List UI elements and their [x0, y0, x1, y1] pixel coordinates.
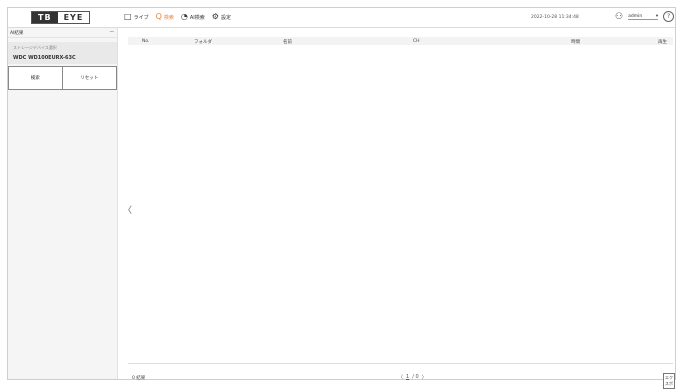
collapse-icon[interactable]: —: [110, 30, 115, 35]
app-window: TB EYE □ ライブ Q 検索 ◔ AI検索 ⚙ 設定 2022-10-28…: [7, 7, 676, 389]
chevron-down-icon: ▾: [655, 13, 659, 19]
nav-live[interactable]: □ ライブ: [124, 13, 149, 21]
logo: TB EYE: [31, 11, 91, 24]
col-play: 再生: [658, 40, 667, 45]
help-icon[interactable]: ?: [663, 11, 675, 22]
logo-eye: EYE: [57, 12, 90, 23]
col-folder: フォルダ: [194, 40, 212, 45]
next-page-icon[interactable]: 〉: [422, 374, 427, 381]
user-name: admin: [628, 13, 643, 19]
col-no: No.: [142, 39, 150, 44]
sidebar-title: AI結果: [10, 30, 24, 36]
footer-divider: [128, 363, 673, 364]
nav-settings-label: 設定: [220, 14, 231, 21]
reset-button[interactable]: リセット: [62, 66, 117, 90]
pagination: 〈 1 / 0 〉: [398, 374, 427, 381]
logo-tb: TB: [32, 12, 58, 23]
user-area: ⚇ admin ▾ ?: [615, 11, 675, 22]
nav-ai-search-label: AI検索: [189, 14, 205, 21]
col-ch: CH: [413, 39, 420, 44]
storage-device-select[interactable]: ストレージデバイス選択 WDC WD100EURX-63C: [8, 42, 117, 64]
top-bar: TB EYE □ ライブ Q 検索 ◔ AI検索 ⚙ 設定 2022-10-28…: [8, 8, 675, 28]
search-button[interactable]: 検索: [8, 66, 63, 90]
datetime: 2022-10-28 11:34:48: [531, 15, 579, 20]
current-page[interactable]: 1: [406, 374, 409, 381]
search-icon: Q: [155, 12, 162, 21]
results-count: 0 結果: [132, 376, 146, 381]
prev-page-icon[interactable]: 〈: [398, 374, 403, 381]
sidebar: AI結果 — ストレージデバイス選択 WDC WD100EURX-63C 検索 …: [8, 28, 118, 379]
sidebar-actions: 検索 リセット: [8, 66, 117, 90]
nav-settings[interactable]: ⚙ 設定: [212, 13, 231, 21]
panel-collapse-icon[interactable]: 〈: [123, 203, 132, 216]
nav-search[interactable]: Q 検索: [156, 13, 174, 21]
nav-live-label: ライブ: [133, 14, 149, 21]
nav-search-label: 検索: [163, 14, 174, 21]
user-icon: ⚇: [615, 11, 624, 22]
sidebar-header: AI結果 —: [8, 28, 117, 38]
results-table-header: No. フォルダ 名前 CH 時間 再生: [128, 37, 673, 45]
user-select[interactable]: admin ▾: [628, 13, 659, 20]
monitor-icon: □: [124, 12, 132, 21]
col-name: 名前: [283, 40, 292, 45]
storage-device-name: WDC WD100EURX-63C: [13, 55, 76, 61]
main-nav: □ ライブ Q 検索 ◔ AI検索 ⚙ 設定: [124, 13, 231, 21]
total-pages: / 0: [412, 374, 419, 380]
ai-icon: ◔: [180, 12, 188, 21]
nav-ai-search[interactable]: ◔ AI検索: [181, 13, 205, 21]
storage-device-label: ストレージデバイス選択: [13, 45, 57, 50]
col-time: 時間: [571, 40, 580, 45]
gear-icon: ⚙: [211, 12, 219, 21]
